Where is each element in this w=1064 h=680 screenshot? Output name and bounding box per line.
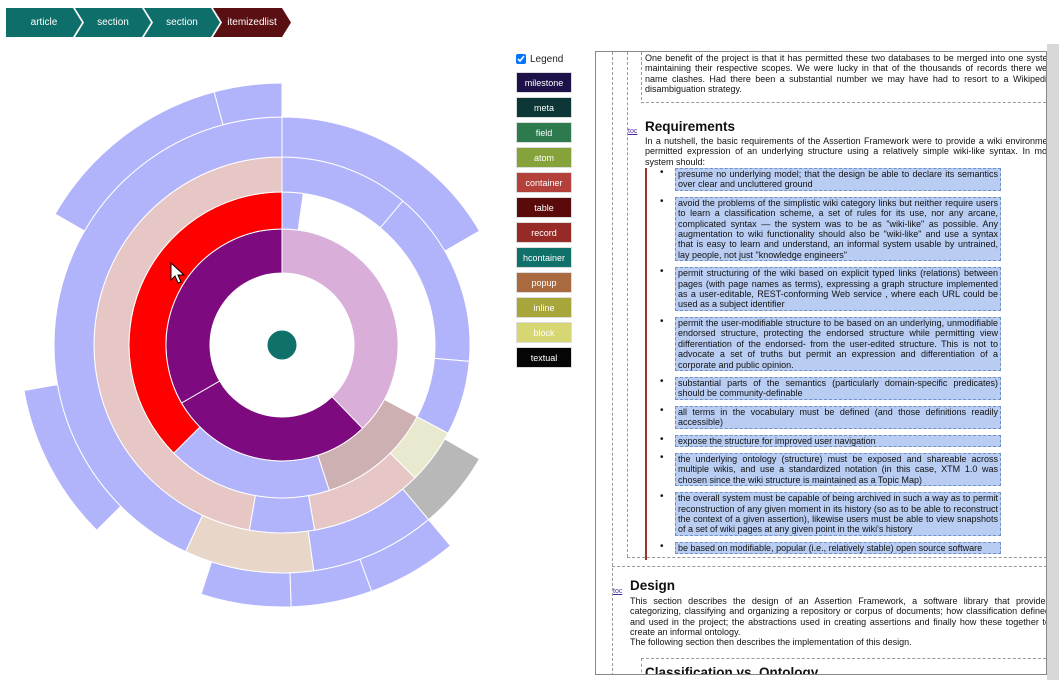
legend-panel: Legend milestone meta field atom container ta… xyxy=(514,52,576,372)
document-scrollbar[interactable] xyxy=(1047,44,1059,680)
requirement-item: be based on modifiable, popular (i.e., r… xyxy=(651,541,1046,555)
requirement-text: all terms in the vocabulary must be defi… xyxy=(675,405,1001,429)
requirement-text: presume no underlying model; that the de… xyxy=(675,168,1001,191)
requirement-item: permit the user-modifiable structure to … xyxy=(651,316,1046,371)
legend-item-inline[interactable]: inline xyxy=(516,297,572,318)
legend-toggle-checkbox[interactable] xyxy=(516,54,526,64)
requirement-text: be based on modifiable, popular (i.e., r… xyxy=(675,541,1001,555)
section-border xyxy=(641,658,642,674)
subsection-heading: Classification vs. Ontology xyxy=(645,665,819,675)
sunburst-root[interactable] xyxy=(266,329,298,361)
requirement-text: the overall system must be capable of be… xyxy=(675,492,1001,536)
requirements-list: presume no underlying model; that the de… xyxy=(645,168,1046,561)
breadcrumb-item-article[interactable]: article xyxy=(6,8,82,37)
requirement-text: substantial parts of the semantics (part… xyxy=(675,376,1001,400)
toc-link[interactable]: toc xyxy=(613,587,622,597)
legend-item-hcontainer[interactable]: hcontainer xyxy=(516,247,572,268)
section-border xyxy=(641,52,642,100)
breadcrumb-item-itemizedlist[interactable]: itemizedlist xyxy=(213,8,291,37)
legend-item-textual[interactable]: textual xyxy=(516,347,572,368)
legend-item-milestone[interactable]: milestone xyxy=(516,72,572,93)
requirement-text: permit structuring of the wiki based on … xyxy=(675,267,1001,311)
breadcrumb-item-section[interactable]: section xyxy=(75,8,151,37)
requirement-item: permit structuring of the wiki based on … xyxy=(651,267,1046,311)
legend-item-atom[interactable]: atom xyxy=(516,147,572,168)
design-heading: Design xyxy=(630,578,676,593)
breadcrumb-label: itemizedlist xyxy=(227,17,277,28)
requirement-text: avoid the problems of the simplistic wik… xyxy=(675,196,1001,262)
legend-item-popup[interactable]: popup xyxy=(516,272,572,293)
sunburst-chart[interactable] xyxy=(0,40,510,680)
requirement-item: all terms in the vocabulary must be defi… xyxy=(651,405,1046,429)
requirement-item: the overall system must be capable of be… xyxy=(651,492,1046,536)
sunburst-segment[interactable] xyxy=(248,495,316,534)
intro-paragraph: One benefit of the project is that it ha… xyxy=(645,53,1047,95)
requirements-heading: Requirements xyxy=(645,119,736,134)
sunburst-segment[interactable] xyxy=(281,228,399,430)
breadcrumb-label: section xyxy=(97,17,129,28)
legend-item-table[interactable]: table xyxy=(516,197,572,218)
legend-item-meta[interactable]: meta xyxy=(516,97,572,118)
design-text: This section describes the design of an … xyxy=(630,596,1047,638)
requirement-text: expose the structure for improved user n… xyxy=(675,434,1001,447)
breadcrumb-label: article xyxy=(30,17,58,28)
legend-header: Legend xyxy=(514,52,576,66)
section-border xyxy=(612,566,1046,567)
legend-item-block[interactable]: block xyxy=(516,322,572,343)
requirement-text: the underlying ontology (structure) must… xyxy=(675,452,1001,487)
legend-item-field[interactable]: field xyxy=(516,122,572,143)
design-paragraph: This section describes the design of an … xyxy=(630,596,1047,638)
section-border xyxy=(612,52,613,674)
breadcrumb-label: section xyxy=(166,17,198,28)
document-panel[interactable]: One benefit of the project is that it ha… xyxy=(595,51,1047,675)
breadcrumb-item-section[interactable]: section xyxy=(144,8,220,37)
section-border xyxy=(641,102,1046,103)
sunburst-segment[interactable] xyxy=(281,191,304,231)
design-paragraph-2: The following section then describes the… xyxy=(630,637,912,647)
legend-item-container[interactable]: container xyxy=(516,172,572,193)
requirement-item: the underlying ontology (structure) must… xyxy=(651,452,1046,487)
requirement-item: substantial parts of the semantics (part… xyxy=(651,376,1046,400)
toc-link[interactable]: toc xyxy=(628,127,637,137)
requirements-intro: In a nutshell, the basic requirements of… xyxy=(645,136,1047,167)
legend-items: milestone meta field atom container table reco… xyxy=(514,72,576,368)
requirement-text: permit the user-modifiable structure to … xyxy=(675,316,1001,371)
legend-title: Legend xyxy=(530,53,564,65)
requirement-item: expose the structure for improved user n… xyxy=(651,434,1046,447)
requirement-item: presume no underlying model; that the de… xyxy=(651,168,1046,191)
requirement-item: avoid the problems of the simplistic wik… xyxy=(651,196,1046,262)
legend-item-record[interactable]: record xyxy=(516,222,572,243)
section-border xyxy=(641,658,1046,659)
